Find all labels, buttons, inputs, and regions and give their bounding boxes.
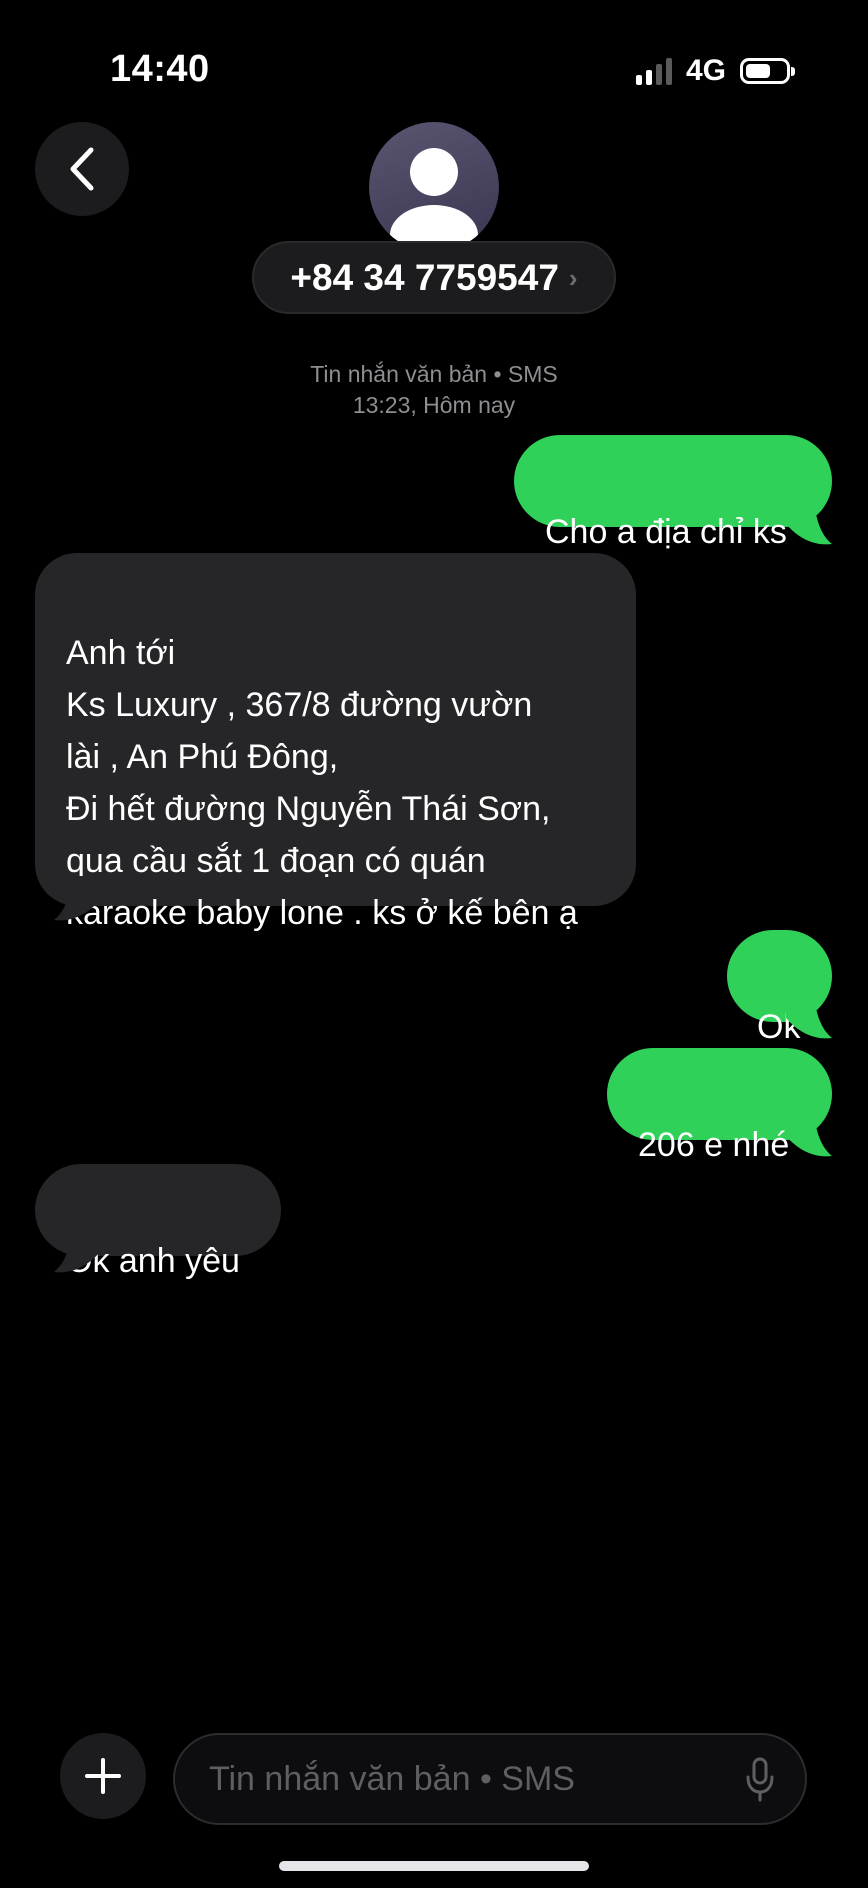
bubble-tail [786, 1112, 832, 1157]
chevron-right-icon: › [568, 263, 578, 293]
home-indicator[interactable] [279, 1861, 589, 1871]
plus-icon [85, 1758, 121, 1794]
bubble-tail [54, 876, 100, 921]
battery-icon [740, 58, 795, 84]
add-attachment-button[interactable] [60, 1733, 146, 1819]
contact-avatar[interactable] [369, 122, 499, 252]
contact-number: +84 34 7759547 [290, 256, 559, 298]
back-button[interactable] [35, 122, 129, 216]
status-indicators: 4G [635, 54, 795, 88]
message-text: Anh tới Ks Luxury , 367/8 đường vườn lài… [66, 634, 578, 932]
person-silhouette-icon [390, 148, 478, 252]
chevron-left-icon [70, 147, 94, 191]
message-text: Cho a địa chỉ ks [545, 513, 787, 551]
message-timestamp: 13:23, Hôm nay [352, 392, 516, 418]
bubble-tail [786, 500, 832, 545]
network-type: 4G [685, 54, 726, 87]
message-text: 206 e nhé [638, 1126, 790, 1164]
message-bubble-incoming[interactable]: Anh tới Ks Luxury , 367/8 đường vườn lài… [35, 553, 636, 932]
message-type-label: Tin nhắn văn bản • SMS [310, 361, 558, 387]
contact-name-button[interactable]: +84 34 7759547 › [252, 241, 616, 314]
message-bubble-outgoing[interactable]: Cho a địa chỉ ks [514, 435, 832, 551]
microphone-icon[interactable] [745, 1757, 775, 1803]
bubble-tail [54, 1228, 100, 1273]
status-time: 14:40 [110, 48, 210, 90]
bubble-tail [786, 994, 832, 1039]
message-input-placeholder: Tin nhắn văn bản • SMS [209, 1759, 575, 1798]
signal-bars-icon [635, 57, 672, 85]
message-input[interactable]: Tin nhắn văn bản • SMS [173, 1733, 807, 1825]
